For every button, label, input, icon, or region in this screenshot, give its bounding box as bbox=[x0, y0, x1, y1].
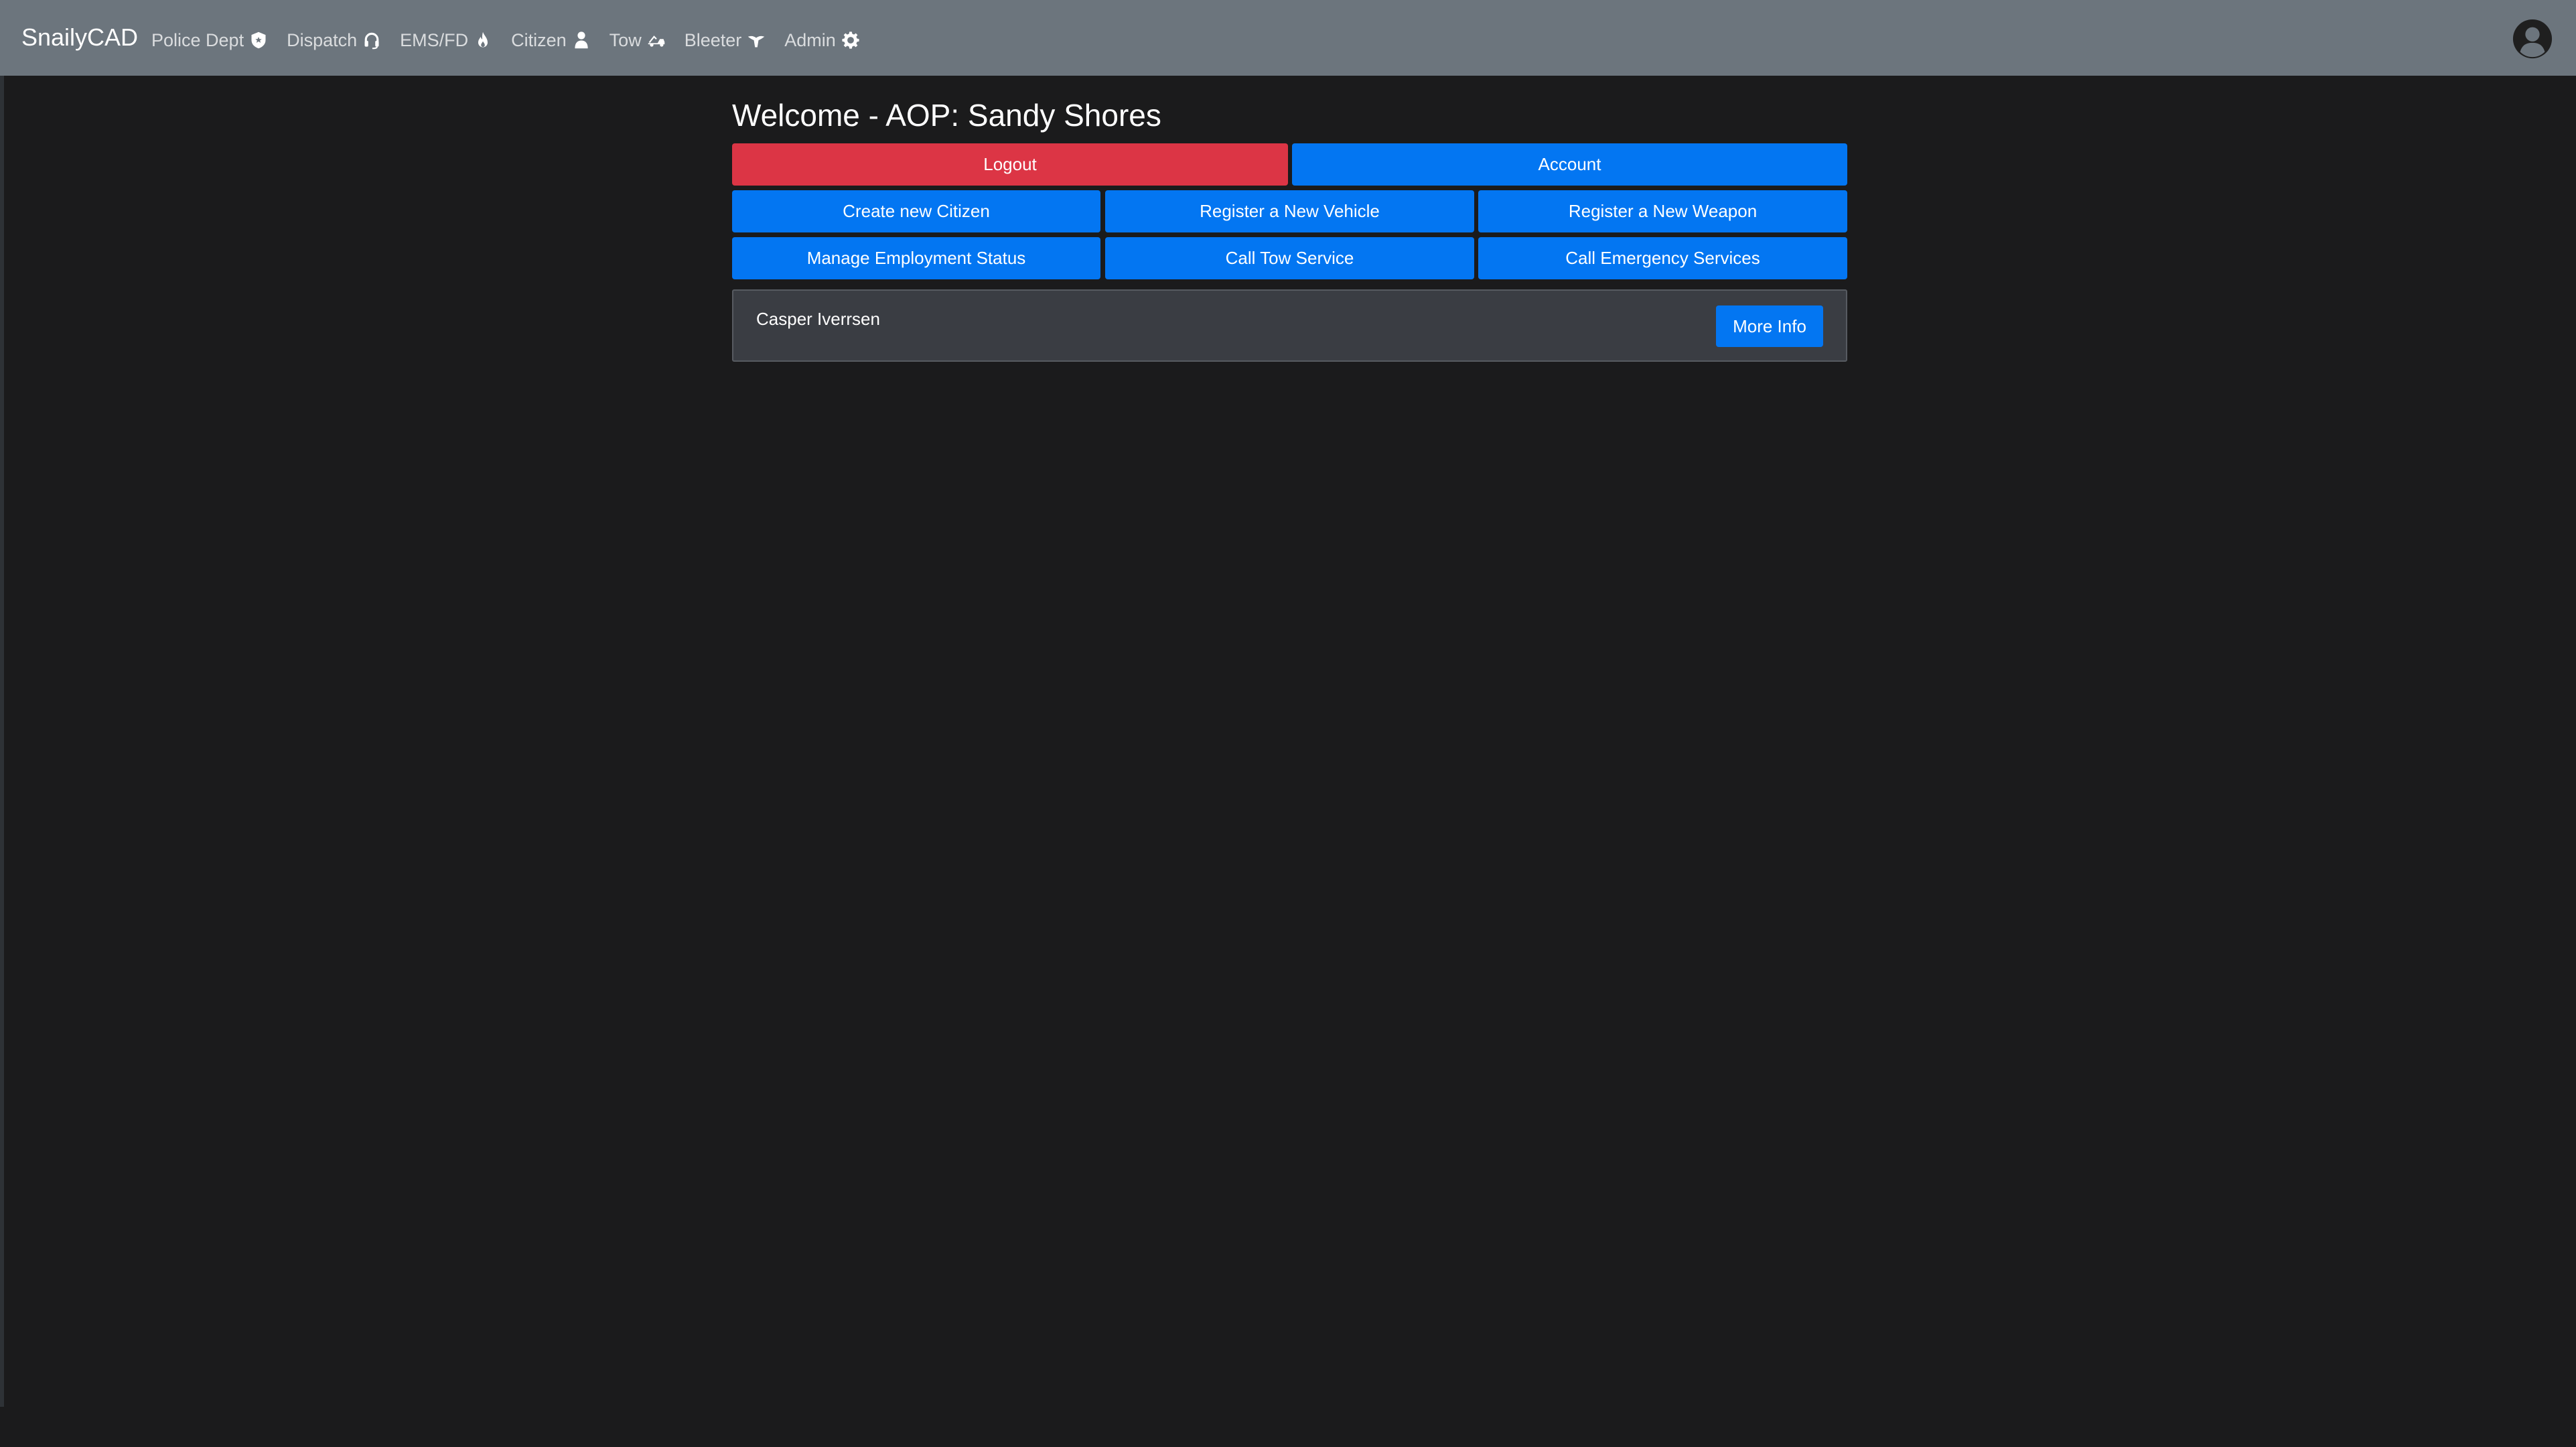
call-tow-button[interactable]: Call Tow Service bbox=[1105, 237, 1474, 279]
nav-item-dispatch[interactable]: Dispatch bbox=[287, 30, 381, 51]
main-content: Welcome - AOP: Sandy Shores Logout Accou… bbox=[732, 94, 1847, 411]
fire-icon bbox=[474, 31, 492, 50]
window-left-edge bbox=[0, 0, 4, 1407]
nav-item-citizen[interactable]: Citizen bbox=[511, 30, 591, 51]
more-info-button[interactable]: More Info bbox=[1716, 305, 1823, 347]
citizen-card: Casper Iverrsen More Info bbox=[732, 289, 1847, 362]
brand-logo[interactable]: SnailyCAD bbox=[21, 23, 138, 52]
nav-item-bleeter[interactable]: Bleeter bbox=[685, 30, 766, 51]
bird-icon bbox=[747, 31, 766, 50]
gear-icon bbox=[841, 31, 860, 50]
tow-truck-icon bbox=[647, 31, 666, 50]
nav-item-tow[interactable]: Tow bbox=[610, 30, 666, 51]
nav-item-label: Citizen bbox=[511, 29, 567, 50]
account-button[interactable]: Account bbox=[1292, 143, 1847, 186]
headset-icon bbox=[362, 31, 381, 50]
nav-item-admin[interactable]: Admin bbox=[784, 30, 860, 51]
action-area: Logout Account Create new Citizen Regist… bbox=[732, 143, 1847, 411]
top-navbar: SnailyCAD Police Dept Dispatch EMS/FD Ci… bbox=[0, 0, 2576, 76]
nav-item-label: Dispatch bbox=[287, 29, 358, 50]
page-title: Welcome - AOP: Sandy Shores bbox=[732, 98, 1161, 133]
nav-item-label: EMS/FD bbox=[400, 29, 469, 50]
shield-icon bbox=[249, 31, 268, 50]
citizen-name: Casper Iverrsen bbox=[756, 309, 880, 329]
nav-item-label: Police Dept bbox=[151, 29, 244, 50]
nav-item-label: Admin bbox=[784, 29, 836, 50]
person-icon bbox=[572, 31, 591, 50]
call-emergency-button[interactable]: Call Emergency Services bbox=[1478, 237, 1847, 279]
logout-button[interactable]: Logout bbox=[732, 143, 1288, 186]
page: SnailyCAD Police Dept Dispatch EMS/FD Ci… bbox=[0, 0, 2576, 1447]
nav-item-police-dept[interactable]: Police Dept bbox=[151, 30, 268, 51]
manage-employment-button[interactable]: Manage Employment Status bbox=[732, 237, 1100, 279]
create-citizen-button[interactable]: Create new Citizen bbox=[732, 190, 1100, 232]
nav-item-ems-fd[interactable]: EMS/FD bbox=[400, 30, 492, 51]
user-circle-icon[interactable] bbox=[2512, 18, 2553, 60]
register-weapon-button[interactable]: Register a New Weapon bbox=[1478, 190, 1847, 232]
nav-list: Police Dept Dispatch EMS/FD Citizen Tow … bbox=[151, 25, 879, 55]
register-vehicle-button[interactable]: Register a New Vehicle bbox=[1105, 190, 1474, 232]
nav-item-label: Tow bbox=[609, 29, 642, 50]
nav-item-label: Bleeter bbox=[684, 29, 742, 50]
